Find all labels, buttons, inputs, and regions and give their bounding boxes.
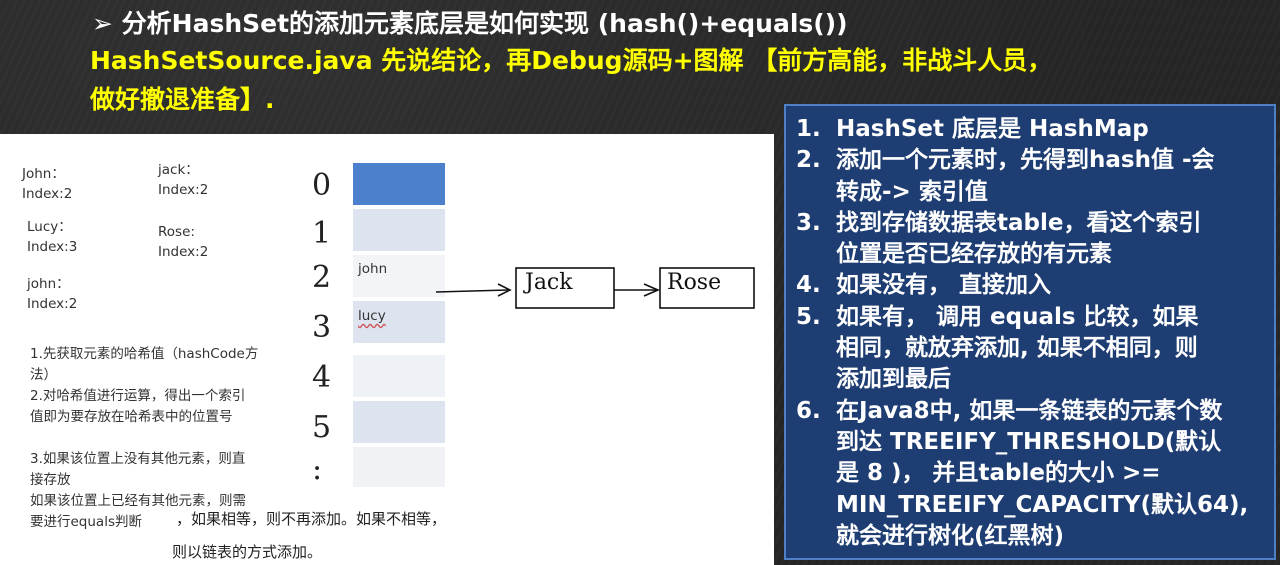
index-2: 2 bbox=[312, 260, 332, 295]
slide-title: ➢ 分析HashSet的添加元素底层是如何实现 (hash()+equals()… bbox=[92, 9, 848, 38]
index-1: 1 bbox=[312, 216, 332, 251]
step-line: 1.先获取元素的哈希值（hashCode方 bbox=[30, 346, 259, 362]
step-line: 3.如果该位置上没有其他元素，则直 bbox=[30, 451, 246, 467]
table-slot-1 bbox=[353, 209, 445, 251]
summary-box: 1. HashSet 底层是 HashMap 2. 添加一个元素时，先得到hash值… bbox=[784, 104, 1276, 560]
note-rose: Rose: Index:2 bbox=[158, 224, 209, 260]
table-slot-6 bbox=[353, 447, 445, 487]
table-slot-0 bbox=[353, 163, 445, 205]
summary-item-4: 4. 如果没有， 直接加入 bbox=[796, 272, 1052, 299]
table-slot-5 bbox=[353, 401, 445, 443]
index-6: : bbox=[312, 452, 323, 487]
subtitle-line-1: HashSetSource.java 先说结论，再Debug源码+图解 【前方高… bbox=[90, 46, 1053, 75]
summary-item-3: 3. 找到存储数据表table，看这个索引 位置是否已经存放的有元素 bbox=[796, 209, 1202, 268]
index-5: 5 bbox=[312, 410, 332, 445]
step-line: 值即为要存放在哈希表中的位置号 bbox=[30, 409, 233, 425]
summary-item-2: 2. 添加一个元素时，先得到hash值 -会 转成-> 索引值 bbox=[796, 147, 1215, 205]
summary-item-1: 1. HashSet 底层是 HashMap bbox=[796, 116, 1149, 142]
note-jack: jack： Index:2 bbox=[158, 162, 209, 198]
hash-steps: 1.先获取元素的哈希值（hashCode方 法） 2.对哈希值进行运算，得出一个… bbox=[30, 344, 258, 533]
index-3: 3 bbox=[312, 310, 332, 345]
slot-label-lucy: lucy bbox=[358, 308, 386, 324]
whiteboard-diagram: John： Index:2 jack： Index:2 Lucy： Index:3 R… bbox=[0, 134, 774, 565]
note-john: John： Index:2 bbox=[22, 166, 73, 202]
summary-list: 1. HashSet 底层是 HashMap 2. 添加一个元素时，先得到hash值… bbox=[796, 114, 1264, 552]
table-slot-4 bbox=[353, 355, 445, 397]
subtitle-line-2: 做好撤退准备】. bbox=[90, 85, 275, 114]
chain-node-jack: Jack bbox=[525, 270, 573, 295]
equals-note-2: 则以链表的方式添加。 bbox=[172, 543, 323, 561]
chain-node-rose: Rose bbox=[667, 270, 722, 295]
index-0: 0 bbox=[312, 168, 332, 203]
step-line bbox=[30, 428, 258, 449]
slot-label-john: john bbox=[358, 261, 388, 277]
note-lucy: Lucy： Index:3 bbox=[27, 219, 78, 255]
equals-note-1: ，如果相等，则不再添加。如果不相等， bbox=[176, 510, 447, 528]
step-line: 接存放 bbox=[30, 472, 71, 488]
step-line: 法） bbox=[30, 367, 57, 383]
summary-item-5: 5. 如果有， 调用 equals 比较，如果 相同，就放弃添加, 如果不相同，则… bbox=[796, 303, 1199, 393]
step-line: 2.对哈希值进行运算，得出一个索引 bbox=[30, 388, 246, 404]
summary-item-6: 6. 在Java8中, 如果一条链表的元素个数 到达 TREEIFY_THRESH… bbox=[796, 397, 1249, 549]
index-4: 4 bbox=[312, 360, 332, 395]
note-john-lower: john： Index:2 bbox=[27, 276, 78, 312]
